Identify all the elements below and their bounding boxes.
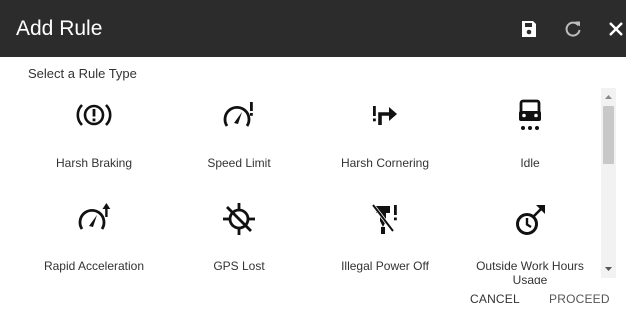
rule-option-idle[interactable]: Idle [455, 84, 600, 184]
brake-warning-icon [76, 104, 112, 126]
rule-type-grid: Harsh Braking Speed Limit Harsh Cornerin… [0, 84, 600, 284]
rule-option-rapid-acceleration[interactable]: Rapid Acceleration [19, 187, 169, 284]
power-off-alert-icon [371, 203, 397, 234]
cancel-button[interactable]: CANCEL [470, 292, 520, 306]
rule-label: Harsh Cornering [340, 156, 430, 170]
clock-out-icon [516, 205, 545, 235]
rule-option-harsh-cornering[interactable]: Harsh Cornering [310, 84, 460, 184]
dialog-title: Add Rule [16, 17, 103, 40]
proceed-button[interactable]: PROCEED [549, 292, 610, 306]
rule-label: Speed Limit [207, 156, 271, 170]
save-button[interactable] [517, 17, 541, 41]
rule-label: Rapid Acceleration [43, 259, 145, 273]
rule-option-harsh-braking[interactable]: Harsh Braking [19, 84, 169, 184]
scroll-up-arrow-icon[interactable] [601, 90, 616, 104]
rule-label: Illegal Power Off [341, 259, 429, 273]
rule-option-outside-work-hours[interactable]: Outside Work Hours Usage [455, 187, 600, 284]
close-button[interactable] [604, 17, 626, 41]
rule-option-gps-lost[interactable]: GPS Lost [164, 187, 314, 284]
rule-label: Idle [520, 156, 540, 170]
rule-option-illegal-power-off[interactable]: Illegal Power Off [310, 187, 460, 284]
save-icon [522, 21, 536, 37]
turn-alert-icon [373, 106, 397, 125]
speedometer-alert-icon [223, 102, 253, 127]
scrollbar[interactable] [601, 88, 616, 278]
speedometer-up-icon [78, 203, 111, 230]
scrollbar-thumb[interactable] [603, 106, 614, 164]
dialog-header: Add Rule [0, 0, 626, 57]
rule-option-speed-limit[interactable]: Speed Limit [164, 84, 314, 184]
car-idle-icon [519, 99, 541, 130]
select-rule-type-label: Select a Rule Type [28, 66, 137, 81]
rule-label: GPS Lost [213, 259, 265, 273]
gps-off-icon [223, 203, 255, 235]
rule-label: Outside Work Hours Usage [476, 259, 584, 284]
rule-label: Harsh Braking [55, 156, 133, 170]
refresh-icon [565, 21, 581, 37]
refresh-button[interactable] [561, 17, 585, 41]
scroll-down-arrow-icon[interactable] [601, 262, 616, 276]
close-icon [609, 22, 623, 36]
